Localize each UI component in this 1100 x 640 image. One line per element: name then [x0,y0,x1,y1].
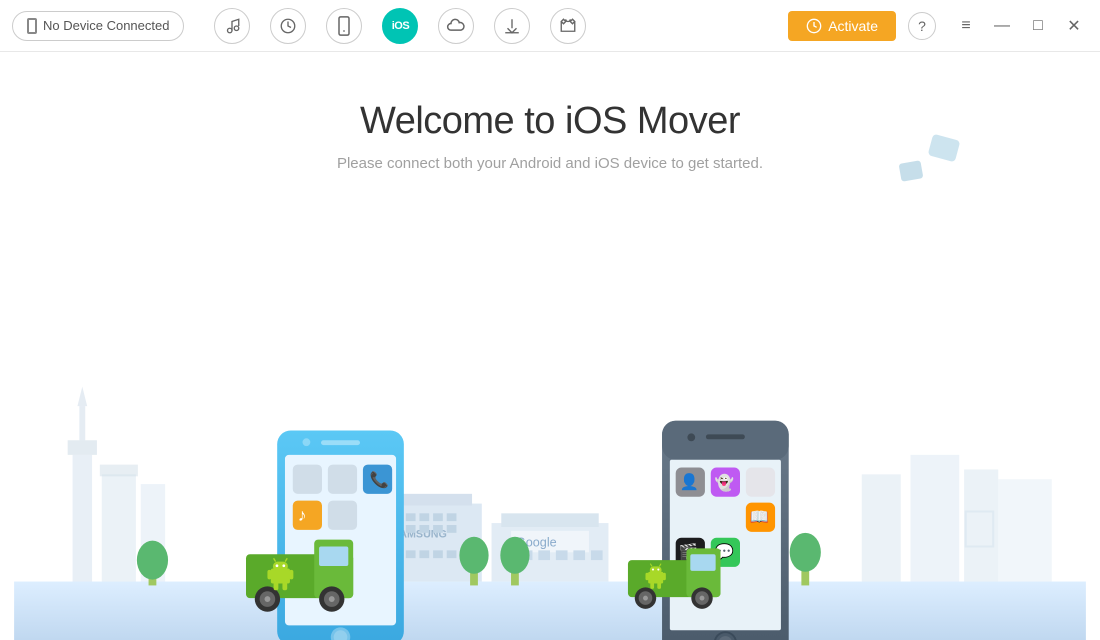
menu-icon: ≡ [961,17,970,35]
nav-icons: iOS [214,8,788,44]
svg-text:📞: 📞 [370,469,390,489]
device-button[interactable]: No Device Connected [12,11,184,41]
welcome-title: Welcome to iOS Mover [360,100,740,143]
phone-icon [27,18,37,34]
svg-text:👻: 👻 [715,473,734,492]
window-controls: ≡ — □ ✕ [952,12,1088,40]
nav-cloud[interactable] [438,8,474,44]
nav-download[interactable] [494,8,530,44]
scene-svg:  Google SAMSUNG [0,260,1100,640]
activate-icon [806,18,822,34]
titlebar: No Device Connected iOS [0,0,1100,52]
activate-button[interactable]: Activate [788,11,896,41]
ios-label: iOS [392,20,409,32]
svg-text::  [959,499,999,559]
decorative-shapes [890,132,980,207]
help-button[interactable]: ? [908,12,936,40]
minimize-icon: — [994,17,1010,35]
nav-music[interactable] [214,8,250,44]
nav-shirt[interactable] [550,8,586,44]
maximize-button[interactable]: □ [1024,12,1052,40]
main-content: Welcome to iOS Mover Please connect both… [0,52,1100,640]
svg-text:📖: 📖 [750,509,769,526]
device-label: No Device Connected [43,18,169,33]
maximize-icon: □ [1033,17,1043,35]
activate-label: Activate [828,18,878,34]
menu-button[interactable]: ≡ [952,12,980,40]
close-button[interactable]: ✕ [1060,12,1088,40]
nav-ios[interactable]: iOS [382,8,418,44]
scene-illustration:  Google SAMSUNG [0,260,1100,640]
close-icon: ✕ [1067,16,1080,36]
minimize-button[interactable]: — [988,12,1016,40]
svg-text:👤: 👤 [680,472,699,491]
nav-history[interactable] [270,8,306,44]
welcome-subtitle: Please connect both your Android and iOS… [337,155,763,172]
svg-text:♪: ♪ [298,505,307,525]
help-icon: ? [918,18,926,34]
nav-phone[interactable] [326,8,362,44]
